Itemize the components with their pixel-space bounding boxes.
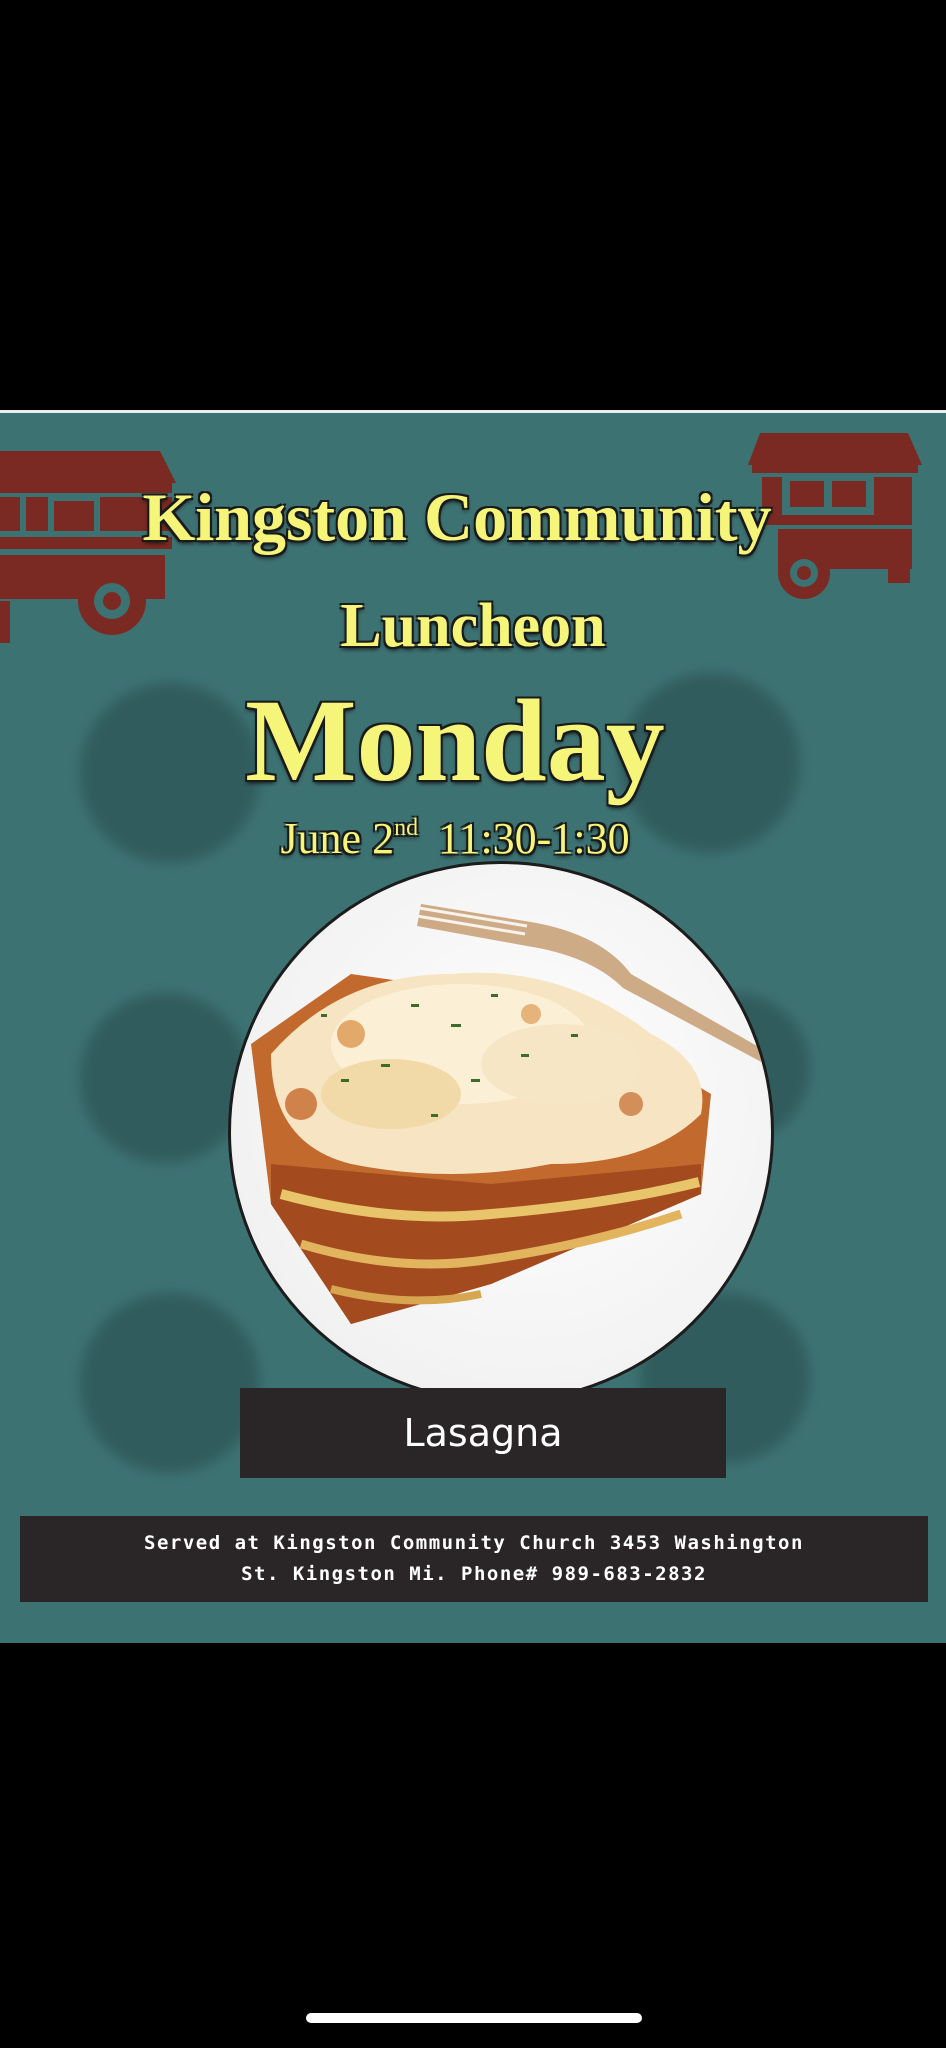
event-title: Kingston Community xyxy=(142,479,772,555)
flyer: Kingston Community Luncheon Monday June … xyxy=(0,410,946,1643)
lasagna-plate-image xyxy=(228,861,774,1403)
event-day: Monday xyxy=(245,675,665,806)
background-circle xyxy=(80,993,250,1163)
date-suffix: nd xyxy=(394,815,419,841)
event-time: 11:30-1:30 xyxy=(438,814,630,863)
location-line-1: Served at Kingston Community Church 3453… xyxy=(144,1532,804,1554)
dish-name: Lasagna xyxy=(403,1411,563,1455)
dish-label: Lasagna xyxy=(240,1388,726,1478)
event-date: June 2 xyxy=(280,814,395,863)
location-banner: Served at Kingston Community Church 3453… xyxy=(20,1516,928,1602)
event-subtitle: Luncheon xyxy=(340,592,606,660)
home-indicator[interactable] xyxy=(306,2013,642,2023)
background-circle xyxy=(80,1293,260,1473)
location-line-2: St. Kingston Mi. Phone# 989-683-2832 xyxy=(241,1563,707,1585)
lasagna-illustration xyxy=(251,904,771,1324)
event-date-time: June 2nd 11:30-1:30 xyxy=(0,813,928,864)
